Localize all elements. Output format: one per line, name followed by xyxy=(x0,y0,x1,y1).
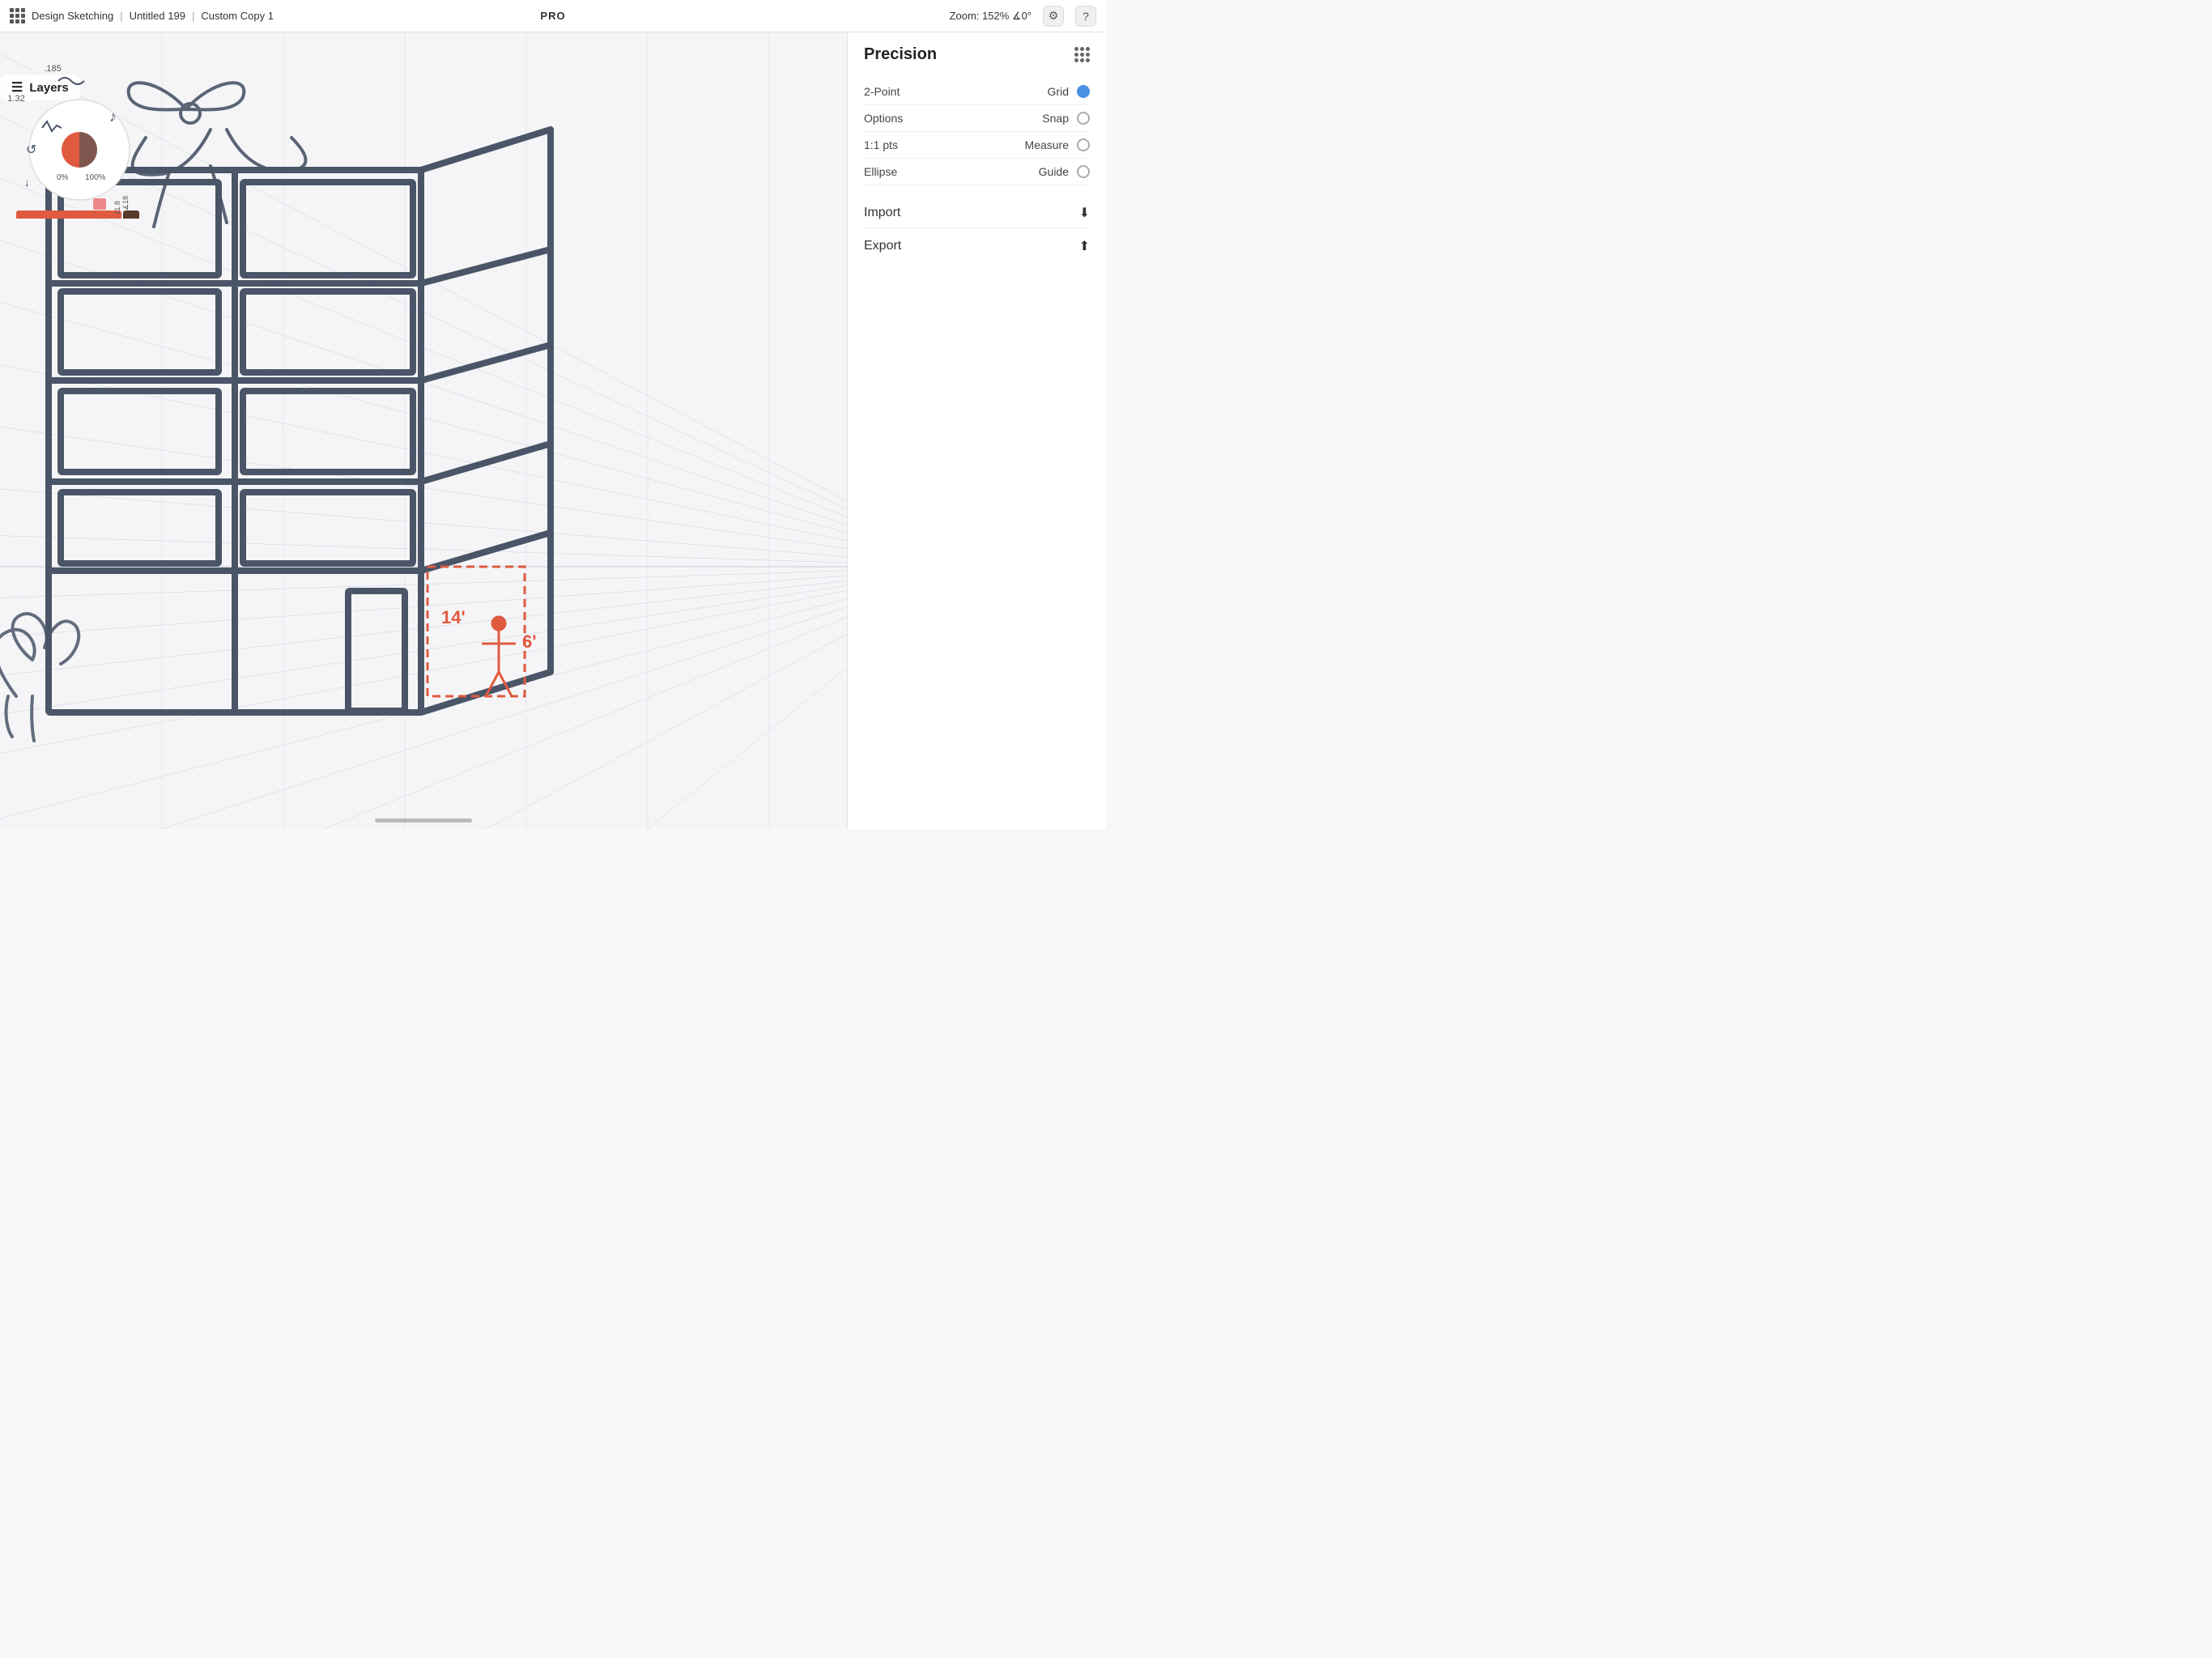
snap-radio[interactable] xyxy=(1077,112,1090,125)
grid-radio[interactable] xyxy=(1077,85,1090,98)
panel-right-guide[interactable]: Guide xyxy=(1039,165,1090,178)
settings-button[interactable]: ⚙ xyxy=(1043,6,1064,27)
panel-options-icon[interactable] xyxy=(1074,47,1090,62)
panel-label-pts: 1:1 pts xyxy=(864,138,898,151)
export-button[interactable]: Export ⬆ xyxy=(864,232,1090,261)
topbar-right: Zoom: 152% ∡0° ⚙ ? xyxy=(950,6,1096,27)
pro-badge: PRO xyxy=(540,10,565,22)
topbar: Design Sketching | Untitled 199 | Custom… xyxy=(0,0,1106,32)
panel-right-grid[interactable]: Grid xyxy=(1048,85,1090,98)
svg-text:14': 14' xyxy=(441,607,466,627)
help-button[interactable]: ? xyxy=(1075,6,1096,27)
canvas-area[interactable]: 14' 6' ☰ Layers .185 1.32 0% 100% xyxy=(0,32,847,829)
app-menu-icon[interactable] xyxy=(10,8,25,23)
panel-right-measure[interactable]: Measure xyxy=(1025,138,1090,151)
svg-text:1.32: 1.32 xyxy=(8,94,25,104)
svg-text:.185: .185 xyxy=(44,64,61,74)
guide-radio[interactable] xyxy=(1077,165,1090,178)
settings-icon: ⚙ xyxy=(1049,9,1059,23)
zoom-info[interactable]: Zoom: 152% ∡0° xyxy=(950,10,1032,23)
import-button[interactable]: Import ⬇ xyxy=(864,198,1090,228)
file-name[interactable]: Untitled 199 xyxy=(130,10,185,22)
panel-label-options: Options xyxy=(864,112,903,125)
bottom-scroll-indicator xyxy=(375,818,472,823)
measure-radio[interactable] xyxy=(1077,138,1090,151)
svg-text:6': 6' xyxy=(522,631,536,652)
svg-text:0%: 0% xyxy=(57,173,69,182)
svg-text:↺: ↺ xyxy=(26,143,36,157)
tool-wheel-svg: .185 1.32 0% 100% ♪ ↺ ↓ xyxy=(8,57,146,219)
help-icon: ? xyxy=(1083,10,1089,23)
panel-row-snap: Options Snap xyxy=(864,105,1090,132)
svg-text:11.8: 11.8 xyxy=(113,201,121,215)
breadcrumb-sep1: | xyxy=(120,10,122,22)
panel-row-grid: 2-Point Grid xyxy=(864,79,1090,105)
copy-name[interactable]: Custom Copy 1 xyxy=(201,10,274,22)
import-label: Import xyxy=(864,206,1074,220)
panel-label-ellipse: Ellipse xyxy=(864,165,897,178)
export-icon: ⬆ xyxy=(1079,238,1090,254)
export-label: Export xyxy=(864,239,1074,253)
panel-right-snap[interactable]: Snap xyxy=(1042,112,1090,125)
app-name: Design Sketching xyxy=(32,10,113,22)
import-icon: ⬇ xyxy=(1079,205,1090,221)
svg-text:↓: ↓ xyxy=(24,176,30,189)
panel-row-measure: 1:1 pts Measure xyxy=(864,132,1090,159)
svg-text:100%: 100% xyxy=(85,173,106,182)
right-panel: Precision 2-Point Grid Options Snap 1:1 … xyxy=(847,32,1106,829)
panel-title: Precision xyxy=(864,45,1090,64)
topbar-left: Design Sketching | Untitled 199 | Custom… xyxy=(10,8,950,23)
tool-wheel[interactable]: .185 1.32 0% 100% ♪ ↺ ↓ xyxy=(8,57,146,219)
svg-text:∡18: ∡18 xyxy=(121,196,130,210)
panel-row-guide: Ellipse Guide xyxy=(864,159,1090,185)
breadcrumb-sep2: | xyxy=(192,10,194,22)
panel-label-2point: 2-Point xyxy=(864,85,900,98)
svg-text:♪: ♪ xyxy=(109,108,117,125)
